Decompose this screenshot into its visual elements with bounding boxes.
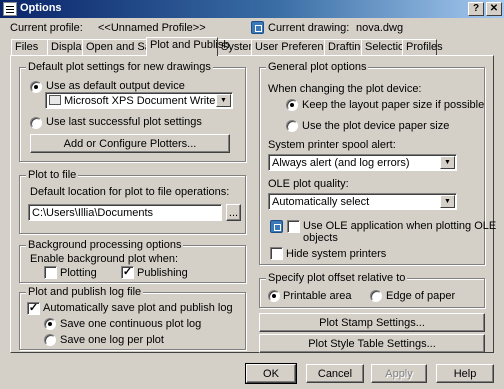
keep-layout-paper-radio[interactable] <box>286 99 298 111</box>
chevron-down-icon[interactable]: ▼ <box>440 156 455 169</box>
keep-layout-paper-label: Keep the layout paper size if possible <box>302 99 485 111</box>
tab-plot-and-publish[interactable]: Plot and Publish <box>146 37 230 56</box>
plot-to-file-path-input[interactable]: C:\Users\Illia\Documents <box>28 204 222 221</box>
plot-stamp-settings-button[interactable]: Plot Stamp Settings... <box>259 313 485 332</box>
printable-area-radio[interactable] <box>268 290 280 302</box>
output-device-value: Microsoft XPS Document Writer <box>64 95 220 107</box>
tab-open-and-save[interactable]: Open and Save <box>82 39 162 55</box>
plot-stamp-settings-label: Plot Stamp Settings... <box>319 316 425 329</box>
apply-label: Apply <box>385 367 413 380</box>
plotting-label: Plotting <box>60 267 97 279</box>
current-drawing-label: Current drawing: <box>268 22 350 34</box>
window-title: Options <box>20 2 62 14</box>
spool-alert-select[interactable]: Always alert (and log errors) ▼ <box>268 154 457 171</box>
help-label: Help <box>453 367 477 380</box>
ole-quality-label: OLE plot quality: <box>268 178 349 190</box>
log-file-legend: Plot and publish log file <box>26 286 144 298</box>
background-processing-legend: Background processing options <box>26 239 184 251</box>
tab-user-preferences[interactable]: User Preferences <box>251 39 341 55</box>
drawing-icon <box>251 21 264 34</box>
ok-label: OK <box>263 367 279 380</box>
per-plot-log-label: Save one log per plot <box>60 334 164 346</box>
tab-display[interactable]: Display <box>47 39 87 55</box>
use-device-paper-label: Use the plot device paper size <box>302 120 450 132</box>
edge-of-paper-label: Edge of paper <box>386 290 456 302</box>
plot-to-file-legend: Plot to file <box>26 169 79 181</box>
publishing-label: Publishing <box>137 267 188 279</box>
ok-button[interactable]: OK <box>245 363 297 384</box>
plot-style-table-settings-button[interactable]: Plot Style Table Settings... <box>259 334 485 353</box>
help-title-button[interactable]: ? <box>468 2 484 16</box>
enable-background-label: Enable background plot when: <box>30 253 178 265</box>
continuous-log-radio[interactable] <box>44 318 56 330</box>
use-ole-application-label: Use OLE application when plotting OLE <box>303 220 497 232</box>
general-plot-options-legend: General plot options <box>266 61 369 73</box>
tab-selection[interactable]: Selection <box>361 39 410 55</box>
plot-offset-legend: Specify plot offset relative to <box>266 272 408 284</box>
ole-quality-select[interactable]: Automatically select ▼ <box>268 193 457 210</box>
chevron-down-icon[interactable]: ▼ <box>440 195 455 208</box>
use-device-paper-radio[interactable] <box>286 120 298 132</box>
ole-info-icon <box>270 220 283 233</box>
plot-to-file-location-label: Default location for plot to file operat… <box>30 186 230 198</box>
plot-style-table-settings-label: Plot Style Table Settings... <box>308 337 436 350</box>
spool-alert-label: System printer spool alert: <box>268 139 396 151</box>
use-default-device-label: Use as default output device <box>46 80 185 92</box>
use-ole-application-label-2: objects <box>303 232 338 244</box>
spool-alert-value: Always alert (and log errors) <box>272 157 410 169</box>
edge-of-paper-radio[interactable] <box>370 290 382 302</box>
help-button[interactable]: Help <box>436 364 494 383</box>
use-ole-application-checkbox[interactable] <box>287 220 300 233</box>
hide-system-printers-label: Hide system printers <box>286 248 387 260</box>
cancel-label: Cancel <box>317 367 353 380</box>
printable-area-label: Printable area <box>283 290 352 302</box>
tab-profiles[interactable]: Profiles <box>402 39 443 55</box>
changing-device-label: When changing the plot device: <box>268 83 422 95</box>
printer-icon <box>49 95 61 105</box>
current-drawing-value: nova.dwg <box>356 22 404 34</box>
continuous-log-label: Save one continuous plot log <box>60 318 202 330</box>
output-device-select[interactable]: Microsoft XPS Document Writer ▼ <box>45 92 233 109</box>
plot-to-file-path-value: C:\Users\Illia\Documents <box>32 207 154 219</box>
app-icon <box>3 2 17 16</box>
close-button[interactable]: ✕ <box>486 2 502 16</box>
plotting-checkbox[interactable] <box>44 266 57 279</box>
ole-quality-value: Automatically select <box>272 196 370 208</box>
default-plot-legend: Default plot settings for new drawings <box>26 61 213 73</box>
auto-save-log-label: Automatically save plot and publish log <box>43 302 233 314</box>
use-last-settings-radio[interactable] <box>30 117 42 129</box>
add-configure-plotters-label: Add or Configure Plotters... <box>63 137 197 150</box>
per-plot-log-radio[interactable] <box>44 334 56 346</box>
tab-drafting[interactable]: Drafting <box>324 39 367 55</box>
cancel-button[interactable]: Cancel <box>306 364 364 383</box>
browse-label: ... <box>228 206 239 219</box>
use-default-device-radio[interactable] <box>30 81 42 93</box>
current-profile-label: Current profile: <box>10 22 83 34</box>
chevron-down-icon[interactable]: ▼ <box>216 94 231 107</box>
browse-button[interactable]: ... <box>226 204 241 221</box>
title-bar[interactable]: Options ? ✕ <box>0 0 504 18</box>
publishing-checkbox[interactable]: ✓ <box>121 266 134 279</box>
apply-button[interactable]: Apply <box>371 364 427 383</box>
current-profile-value: <<Unnamed Profile>> <box>98 22 206 34</box>
auto-save-log-checkbox[interactable]: ✓ <box>27 302 40 315</box>
tab-files[interactable]: Files <box>11 39 48 55</box>
hide-system-printers-checkbox[interactable] <box>270 247 283 260</box>
add-configure-plotters-button[interactable]: Add or Configure Plotters... <box>30 134 230 153</box>
use-last-settings-label: Use last successful plot settings <box>46 116 202 128</box>
